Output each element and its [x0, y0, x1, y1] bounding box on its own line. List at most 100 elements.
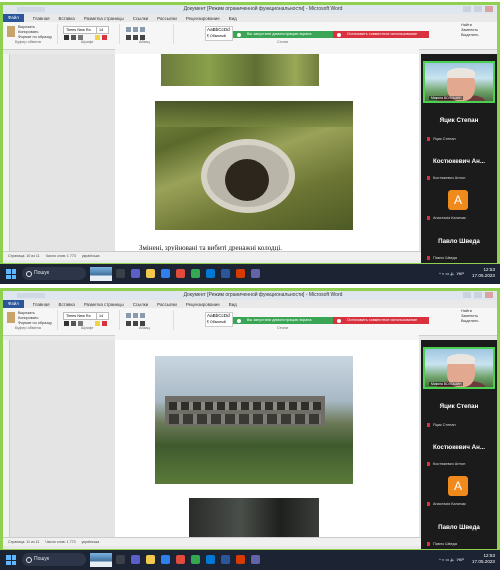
language-status[interactable]: українська [82, 540, 100, 544]
highlight-icon[interactable] [95, 321, 100, 326]
task-view-icon[interactable] [116, 555, 125, 564]
bullets-icon[interactable] [126, 313, 131, 318]
tab-home[interactable]: Главная [33, 16, 50, 21]
windows-start-icon[interactable] [6, 555, 16, 565]
align-left-icon[interactable] [126, 35, 131, 40]
bullets-icon[interactable] [126, 27, 131, 32]
align-center-icon[interactable] [133, 35, 138, 40]
search-highlight-image[interactable] [90, 553, 112, 567]
teams-icon[interactable] [131, 269, 140, 278]
numbering-icon[interactable] [133, 313, 138, 318]
speaker-video[interactable]: Микола ВОЛОШИН [423, 347, 495, 389]
chrome-icon[interactable] [191, 555, 200, 564]
taskbar-search[interactable]: Пошук [22, 267, 86, 280]
speaker-video[interactable]: Микола ВОЛОШИН [423, 61, 495, 103]
tab-layout[interactable]: Разметка страницы [84, 302, 124, 307]
italic-icon[interactable] [71, 35, 76, 40]
stop-sharing-button[interactable]: Остановить совместное использование [333, 317, 429, 324]
tab-references[interactable]: Ссылки [133, 302, 148, 307]
meeting-app-icon[interactable] [251, 555, 260, 564]
paste-icon[interactable] [7, 26, 15, 37]
quick-access-toolbar[interactable] [17, 7, 45, 12]
tab-file[interactable]: Файл [3, 300, 24, 308]
tab-view[interactable]: Вид [229, 16, 237, 21]
word-icon[interactable] [221, 555, 230, 564]
opera-icon[interactable] [176, 269, 185, 278]
task-view-icon[interactable] [116, 269, 125, 278]
style-normal[interactable]: AaBbCcDd ¶ Обычный [205, 312, 233, 327]
participant-tile-2[interactable]: Костюкевич Ан... [421, 158, 497, 165]
italic-icon[interactable] [71, 321, 76, 326]
tab-review[interactable]: Рецензирование [186, 16, 220, 21]
mail-icon[interactable] [206, 269, 215, 278]
tab-review[interactable]: Рецензирование [186, 302, 220, 307]
edge-icon[interactable] [161, 555, 170, 564]
teams-icon[interactable] [131, 555, 140, 564]
clock[interactable]: 12:53 17.05.2023 [472, 267, 495, 279]
tab-file[interactable]: Файл [3, 14, 24, 22]
participant-tile-1[interactable]: Яцик Степан [421, 117, 497, 124]
taskbar-search[interactable]: Пошук [22, 553, 86, 566]
minimize-button[interactable] [463, 292, 471, 298]
close-button[interactable] [485, 292, 493, 298]
word-count[interactable]: Число слов: 1 773 [46, 254, 76, 258]
powerpoint-icon[interactable] [236, 555, 245, 564]
tab-view[interactable]: Вид [229, 302, 237, 307]
system-tray[interactable]: ^ ◐ ▭ 🔈 УКР [439, 271, 464, 276]
participant-tile-1[interactable]: Яцик Степан [421, 403, 497, 410]
search-highlight-image[interactable] [90, 267, 112, 281]
indent-icon[interactable] [140, 27, 145, 32]
paste-icon[interactable] [7, 312, 15, 323]
minimize-button[interactable] [463, 6, 471, 12]
page-count[interactable]: Страница: 10 из 11 [8, 254, 40, 258]
tab-insert[interactable]: Вставка [59, 16, 75, 21]
highlight-icon[interactable] [95, 35, 100, 40]
meeting-app-icon[interactable] [251, 269, 260, 278]
powerpoint-icon[interactable] [236, 269, 245, 278]
word-icon[interactable] [221, 269, 230, 278]
quick-access-toolbar[interactable] [17, 293, 45, 298]
tab-insert[interactable]: Вставка [59, 302, 75, 307]
font-color-icon[interactable] [102, 321, 107, 326]
document-page[interactable] [115, 340, 419, 537]
document-page[interactable]: Змінені, зруйновані та вибиті дренажні к… [115, 54, 419, 252]
bold-icon[interactable] [64, 321, 69, 326]
align-left-icon[interactable] [126, 321, 131, 326]
edge-icon[interactable] [161, 269, 170, 278]
language-status[interactable]: українська [82, 254, 100, 258]
indent-icon[interactable] [140, 313, 145, 318]
tab-home[interactable]: Главная [33, 302, 50, 307]
file-explorer-icon[interactable] [146, 555, 155, 564]
font-size-select[interactable]: 14 [96, 312, 109, 320]
bold-icon[interactable] [64, 35, 69, 40]
style-normal[interactable]: AaBbCcDd ¶ Обычный [205, 26, 233, 41]
align-center-icon[interactable] [133, 321, 138, 326]
select-button[interactable]: Выделить [461, 33, 479, 38]
font-name-select[interactable]: Times New Ro [63, 312, 97, 320]
tab-mailings[interactable]: Рассылки [157, 16, 177, 21]
participant-tile-4[interactable]: Павло Шведа [421, 238, 497, 245]
clock[interactable]: 12:53 17.05.2023 [472, 553, 495, 565]
system-tray[interactable]: ^ ◐ ▭ 🔈 УКР [439, 557, 464, 562]
participant-tile-2[interactable]: Костюкевич Ан... [421, 444, 497, 451]
chrome-icon[interactable] [191, 269, 200, 278]
word-count[interactable]: Число слов: 1 773 [45, 540, 75, 544]
opera-icon[interactable] [176, 555, 185, 564]
select-button[interactable]: Выделить [461, 319, 479, 324]
participant-tile-4[interactable]: Павло Шведа [421, 524, 497, 531]
maximize-button[interactable] [474, 292, 482, 298]
font-color-icon[interactable] [102, 35, 107, 40]
participant-3-avatar[interactable]: A [448, 190, 468, 210]
close-button[interactable] [485, 6, 493, 12]
font-size-select[interactable]: 14 [96, 26, 109, 34]
windows-start-icon[interactable] [6, 269, 16, 279]
page-count[interactable]: Страница: 11 из 11 [8, 540, 39, 544]
participant-3-avatar[interactable]: A [448, 476, 468, 496]
numbering-icon[interactable] [133, 27, 138, 32]
stop-sharing-button[interactable]: Остановить совместное использование [333, 31, 429, 38]
mail-icon[interactable] [206, 555, 215, 564]
tab-layout[interactable]: Разметка страницы [84, 16, 124, 21]
font-name-select[interactable]: Times New Ro [63, 26, 97, 34]
tab-references[interactable]: Ссылки [133, 16, 148, 21]
file-explorer-icon[interactable] [146, 269, 155, 278]
